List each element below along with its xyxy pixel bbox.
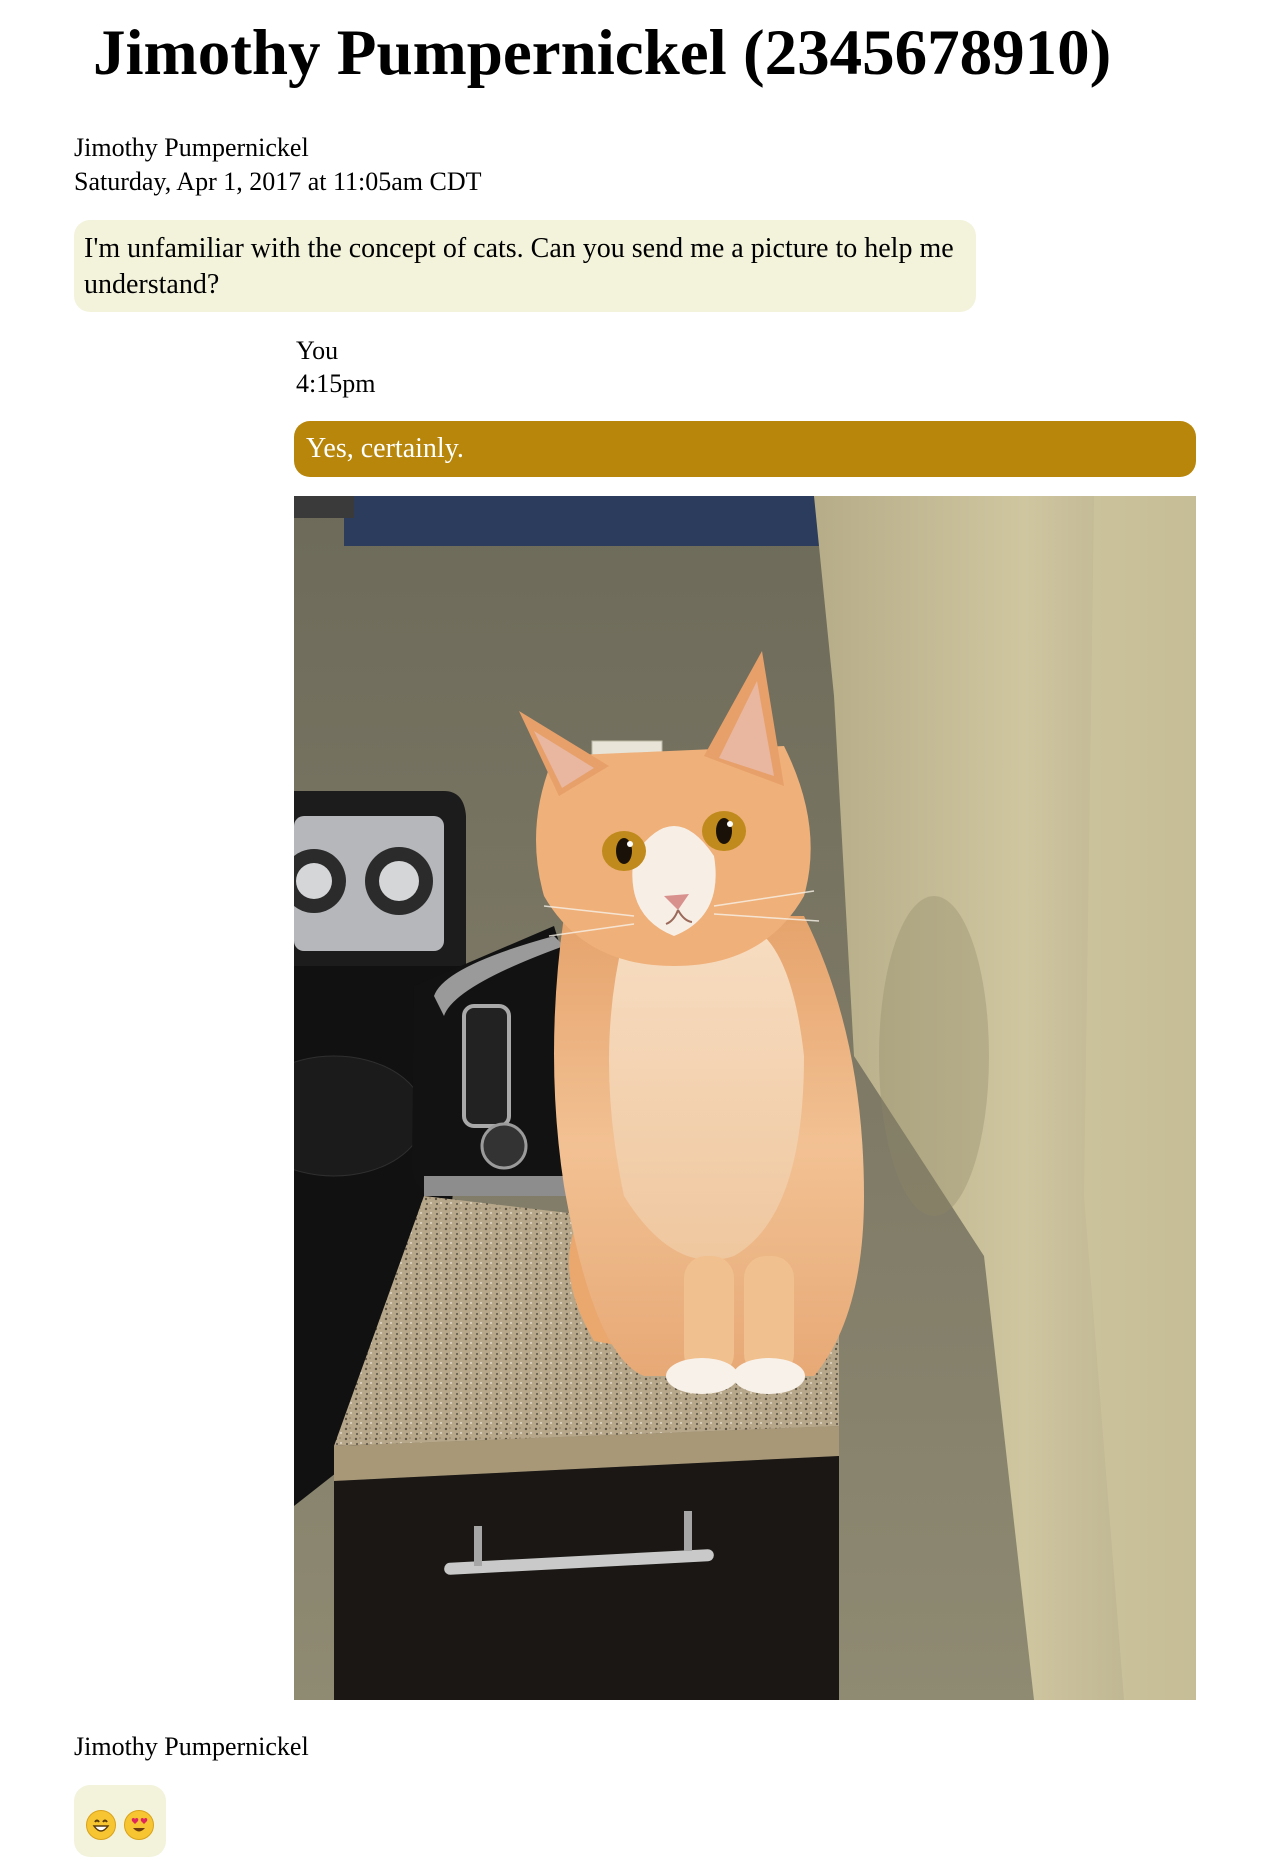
- message-text: I'm unfamiliar with the concept of cats.…: [84, 233, 954, 300]
- grinning-face-icon: [86, 1809, 116, 1840]
- message-sender: You: [296, 336, 339, 365]
- cat-photo-illustration: [294, 496, 1196, 1700]
- message-timestamp: 4:15pm: [296, 369, 376, 398]
- incoming-message-bubble[interactable]: I'm unfamiliar with the concept of cats.…: [74, 220, 976, 312]
- cat-photo[interactable]: [294, 496, 1196, 1700]
- message-sender: Jimothy Pumpernickel: [74, 1732, 309, 1761]
- incoming-emoji-bubble[interactable]: [74, 1785, 166, 1857]
- message-timestamp: Saturday, Apr 1, 2017 at 11:05am CDT: [74, 167, 482, 196]
- conversation-title: Jimothy Pumpernickel (2345678910): [93, 17, 1112, 89]
- conversation-page: Jimothy Pumpernickel (2345678910) Jimoth…: [0, 0, 1272, 1860]
- heart-eyes-face-icon: [124, 1809, 154, 1840]
- outgoing-message-bubble[interactable]: Yes, certainly.: [294, 421, 1196, 477]
- message-sender: Jimothy Pumpernickel: [74, 133, 309, 162]
- message-text: Yes, certainly.: [306, 433, 464, 464]
